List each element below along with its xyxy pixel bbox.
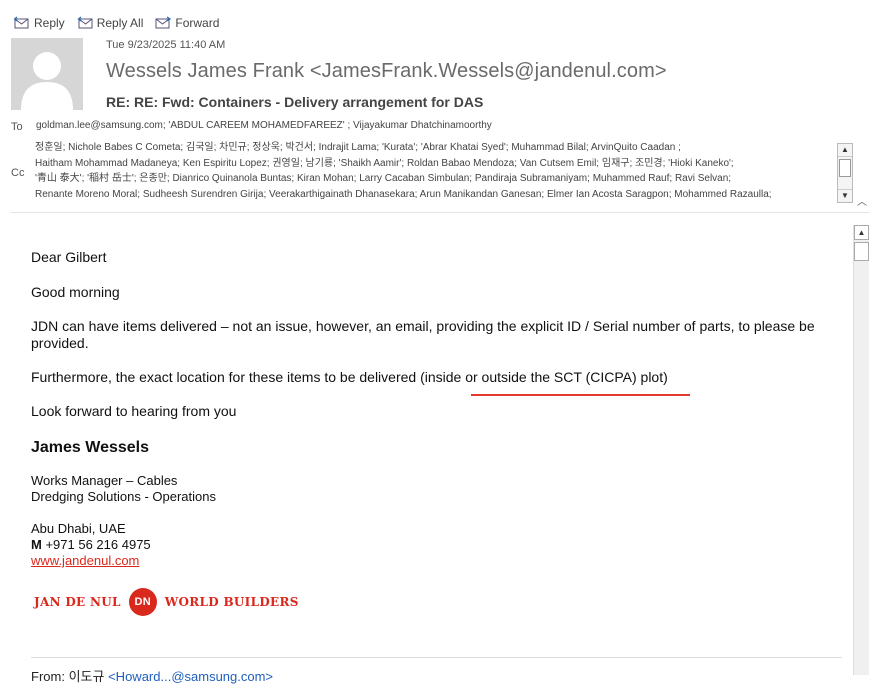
quoted-from-line: From: 이도규 <Howard...@samsung.com> [31, 666, 273, 685]
cc-scroll-thumb[interactable] [839, 159, 851, 177]
company-logo: JAN DE NUL DN WORLD BUILDERS [34, 588, 299, 616]
reply-label: Reply [34, 16, 65, 30]
reply-icon [14, 16, 29, 29]
highlight-underline [471, 394, 690, 396]
cc-line: Haitham Mohammad Madaneya; Ken Espiritu … [35, 157, 734, 169]
closing: Look forward to hearing from you [31, 403, 237, 419]
body-scroll-thumb[interactable] [854, 242, 869, 261]
forward-icon [155, 16, 172, 29]
cc-line: '青山 泰大'; '稲村 岳士'; 은종만; Dianrico Quinanol… [35, 173, 732, 184]
signature-phone: M +971 56 216 4975 [31, 537, 841, 553]
from-email[interactable]: <Howard...@samsung.com> [108, 669, 273, 684]
avatar-icon [21, 52, 73, 110]
from-name: 이도규 [68, 669, 105, 684]
reply-all-button[interactable]: Reply All [77, 13, 144, 33]
message-body: Dear Gilbert Good morning JDN can have i… [31, 249, 841, 569]
signature-name: James Wessels [31, 439, 150, 456]
paragraph-2: Furthermore, the exact location for thes… [31, 369, 668, 385]
good-morning: Good morning [31, 284, 120, 300]
cc-label: Cc [11, 167, 25, 179]
signature-title-2: Dredging Solutions - Operations [31, 489, 216, 504]
sender: Wessels James Frank <JamesFrank.Wessels@… [106, 60, 667, 82]
phone-label: M [31, 537, 42, 552]
paragraph-1: JDN can have items delivered – not an is… [31, 318, 815, 351]
signature-location: Abu Dhabi, UAE [31, 521, 126, 536]
sent-date: Tue 9/23/2025 11:40 AM [106, 39, 226, 51]
logo-left-text: JAN DE NUL [34, 595, 121, 609]
greeting: Dear Gilbert [31, 249, 107, 265]
header-divider [10, 212, 870, 213]
reply-button[interactable]: Reply [14, 13, 65, 33]
cc-line: Renante Moreno Moral; Sudheesh Surendren… [35, 188, 772, 200]
cc-recipients: 정훈일; Nichole Babes C Cometa; 김국일; 차민규; 정… [35, 140, 835, 204]
expand-icon[interactable]: ︿ [857, 193, 867, 208]
to-label: To [11, 121, 23, 133]
reply-all-label: Reply All [96, 16, 144, 30]
reply-all-icon [77, 16, 93, 29]
subject: RE: RE: Fwd: Containers - Delivery arran… [106, 94, 484, 110]
scroll-up-icon[interactable]: ▲ [854, 225, 869, 240]
scroll-down-icon[interactable]: ▼ [838, 189, 852, 202]
from-label: From: [31, 669, 65, 684]
signature-link[interactable]: www.jandenul.com [31, 553, 139, 568]
signature-title-1: Works Manager – Cables [31, 473, 178, 488]
phone-number: +971 56 216 4975 [45, 537, 151, 552]
avatar [11, 38, 83, 110]
forward-label: Forward [175, 16, 220, 30]
logo-right-text: WORLD BUILDERS [164, 595, 299, 609]
logo-mark: DN [128, 588, 157, 616]
cc-line: 정훈일; Nichole Babes C Cometa; 김국일; 차민규; 정… [35, 142, 681, 153]
footer-divider [31, 657, 842, 658]
toolbar: Reply Reply All Forward [14, 13, 219, 33]
cc-scrollbar[interactable]: ▲ ▼ [837, 143, 853, 203]
forward-button[interactable]: Forward [155, 13, 219, 33]
scroll-up-icon[interactable]: ▲ [838, 144, 852, 157]
to-recipients: goldman.lee@samsung.com; 'ABDUL CAREEM M… [36, 120, 492, 131]
body-scrollbar[interactable]: ▲ [853, 225, 869, 675]
